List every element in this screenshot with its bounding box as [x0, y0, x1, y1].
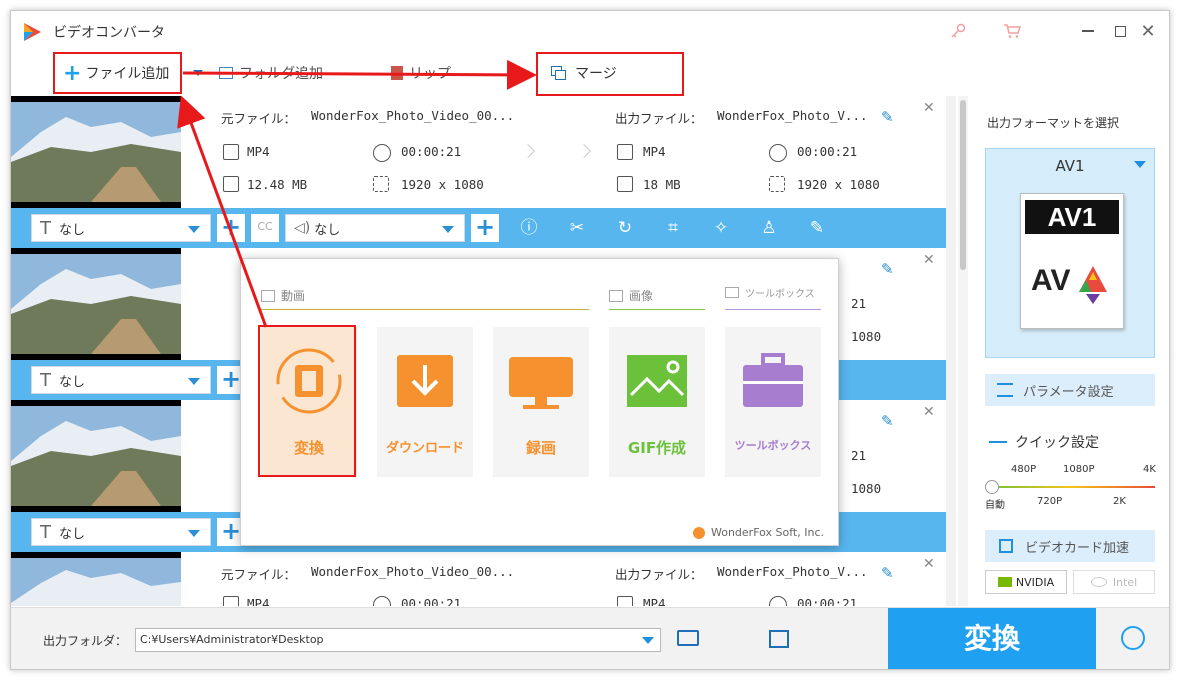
app-window: ビデオコンバータ ✕ + ファイル追加 フォルダ追加 リップ マージ 元ファイル… — [10, 10, 1170, 670]
arrow-to-merge — [182, 59, 537, 90]
annotation-arrows — [177, 59, 537, 328]
arrow-to-add-file — [177, 95, 268, 328]
